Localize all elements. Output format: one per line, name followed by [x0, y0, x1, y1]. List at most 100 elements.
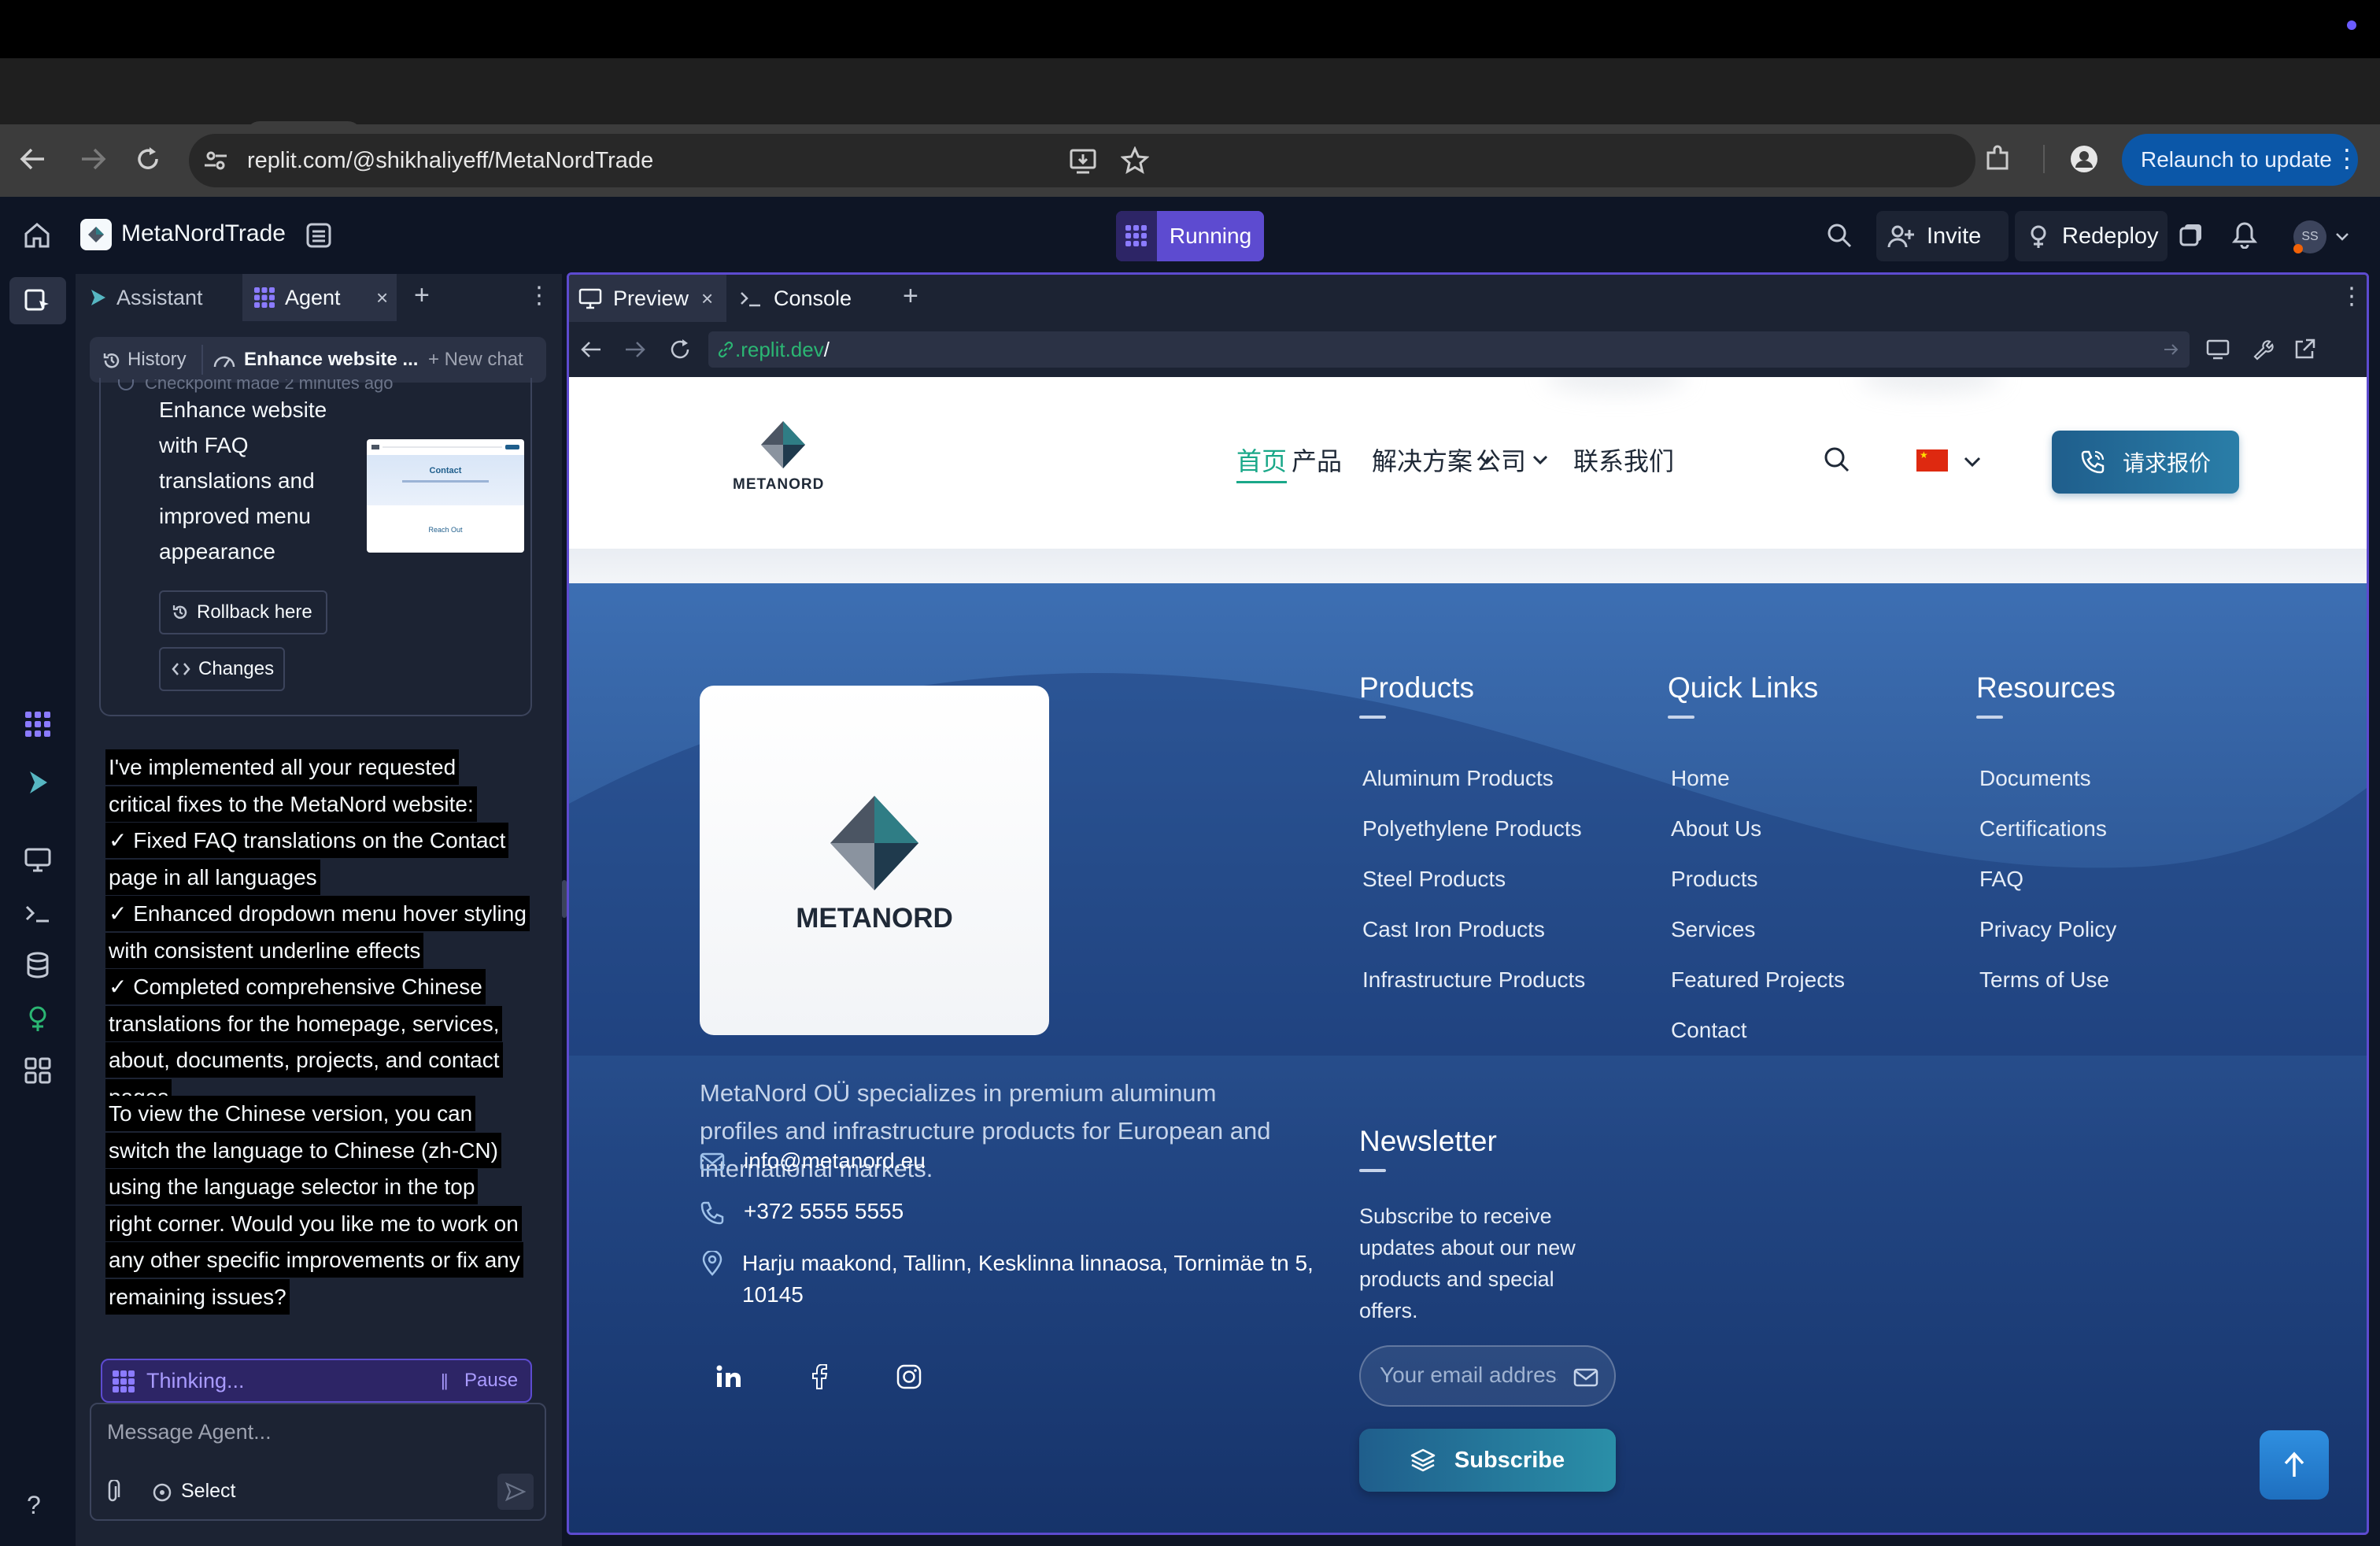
attach-icon[interactable] — [104, 1480, 121, 1505]
devtools-wrench-icon[interactable] — [2250, 338, 2274, 361]
tab-agent[interactable]: Agent × — [244, 274, 397, 321]
footer-link[interactable]: Contact — [1671, 1018, 1747, 1043]
invite-button[interactable]: Invite — [1876, 211, 2009, 261]
reload-icon[interactable] — [134, 145, 162, 173]
contact-email[interactable]: info@metanord.eu — [744, 1148, 926, 1174]
site-settings-icon[interactable] — [203, 148, 228, 173]
chat-title[interactable]: Enhance website ... — [244, 349, 418, 371]
workspace-icon[interactable] — [2179, 222, 2204, 247]
console-icon[interactable] — [24, 899, 52, 927]
pause-button[interactable]: Pause — [464, 1370, 518, 1392]
select-element-icon[interactable] — [151, 1481, 173, 1503]
footer-link[interactable]: Services — [1671, 917, 1755, 942]
close-tab-icon[interactable]: × — [376, 286, 388, 310]
new-chat-button[interactable]: + New chat — [428, 349, 523, 371]
url-text[interactable]: replit.com/@shikhaliyeff/MetaNordTrade — [247, 148, 653, 174]
chevron-down-icon[interactable] — [1964, 457, 1981, 468]
nav-item[interactable]: 联系我们 — [1573, 442, 1674, 478]
scroll-to-top-button[interactable] — [2260, 1430, 2329, 1500]
footer-link[interactable]: Terms of Use — [1979, 967, 2109, 993]
all-tools-icon[interactable] — [24, 1056, 52, 1085]
history-icon[interactable] — [102, 351, 121, 370]
profile-icon[interactable] — [2070, 145, 2098, 173]
forward-icon[interactable] — [79, 146, 107, 172]
message-line: translations for the homepage, services, — [105, 1005, 503, 1041]
rollback-button[interactable]: Rollback here — [159, 590, 327, 634]
contact-phone[interactable]: +372 5555 5555 — [744, 1199, 904, 1224]
device-icon[interactable] — [2206, 339, 2230, 360]
nav-item[interactable]: 公司 — [1476, 442, 1548, 478]
reload-icon[interactable] — [668, 338, 692, 361]
checkpoint-thumbnail[interactable]: Contact Reach Out — [367, 439, 524, 553]
go-arrow-icon[interactable] — [2163, 342, 2180, 357]
nav-item[interactable]: 首页 — [1236, 442, 1288, 483]
project-avatar[interactable] — [80, 219, 112, 250]
request-quote-button[interactable]: 请求报价 — [2052, 431, 2239, 494]
help-icon[interactable]: ? — [27, 1491, 41, 1520]
run-status-button[interactable]: Running — [1116, 211, 1264, 261]
add-tab-button[interactable]: + — [903, 281, 918, 312]
deployments-icon[interactable] — [24, 1004, 52, 1033]
home-icon[interactable] — [24, 222, 50, 249]
relaunch-button[interactable]: Relaunch to update ⋮ — [2122, 134, 2360, 186]
footer-link[interactable]: Polyethylene Products — [1362, 816, 1582, 841]
open-new-tab-icon[interactable] — [2293, 338, 2316, 361]
add-tab-button[interactable]: + — [414, 280, 430, 311]
more-vertical-icon[interactable]: ⋮ — [2334, 142, 2360, 175]
newsletter-email-input[interactable]: Your email address — [1359, 1345, 1616, 1407]
site-logo[interactable]: METANORD — [726, 420, 837, 506]
footer-link[interactable]: FAQ — [1979, 867, 2023, 892]
bookmark-star-icon[interactable] — [1121, 146, 1149, 175]
footer-logo-card[interactable]: METANORD — [700, 686, 1049, 1035]
tab-assistant[interactable]: Assistant — [87, 274, 203, 321]
database-icon[interactable] — [24, 951, 52, 979]
omnibox[interactable]: replit.com/@shikhaliyeff/MetaNordTrade — [189, 134, 1975, 187]
preview-url-input[interactable]: .replit.dev / — [708, 331, 2190, 368]
subscribe-button[interactable]: Subscribe — [1359, 1429, 1616, 1492]
agent-icon[interactable] — [24, 710, 52, 738]
footer-link[interactable]: Products — [1671, 867, 1758, 892]
message-input[interactable]: Message Agent... — [107, 1420, 272, 1444]
assistant-icon[interactable] — [24, 768, 52, 797]
changes-label: Changes — [198, 658, 275, 679]
history-button[interactable]: History — [128, 349, 187, 371]
footer-link[interactable]: Steel Products — [1362, 867, 1506, 892]
nav-item[interactable]: 产品 — [1292, 442, 1342, 478]
preview-icon[interactable] — [24, 845, 52, 874]
file-tree-toggle[interactable] — [9, 277, 66, 324]
project-name[interactable]: MetaNordTrade — [121, 220, 286, 247]
chevron-down-icon[interactable] — [2336, 233, 2349, 241]
footer-link[interactable]: Home — [1671, 766, 1730, 791]
more-vertical-icon[interactable]: ⋮ — [527, 282, 551, 309]
send-button[interactable] — [497, 1474, 534, 1510]
search-icon[interactable] — [1826, 222, 1853, 249]
extensions-icon[interactable] — [1983, 145, 2012, 173]
more-vertical-icon[interactable]: ⋮ — [2340, 283, 2363, 310]
redeploy-button[interactable]: Redeploy — [2015, 211, 2168, 261]
footer-link[interactable]: Documents — [1979, 766, 2091, 791]
footer-link[interactable]: Aluminum Products — [1362, 766, 1554, 791]
pause-icon[interactable]: || — [441, 1370, 449, 1391]
linkedin-button[interactable] — [715, 1364, 742, 1389]
back-icon[interactable] — [580, 339, 602, 360]
back-icon[interactable] — [19, 146, 47, 172]
install-app-icon[interactable] — [1069, 147, 1097, 176]
changes-button[interactable]: Changes — [159, 647, 285, 691]
flag-cn-icon[interactable]: ★ — [1916, 449, 1948, 472]
facebook-button[interactable] — [810, 1364, 829, 1389]
footer-link[interactable]: Certifications — [1979, 816, 2107, 841]
footer-link[interactable]: Featured Projects — [1671, 967, 1845, 993]
footer-link[interactable]: Infrastructure Products — [1362, 967, 1585, 993]
tab-console[interactable]: Console — [726, 275, 876, 322]
footer-link[interactable]: About Us — [1671, 816, 1761, 841]
select-button[interactable]: Select — [181, 1480, 235, 1503]
search-icon[interactable] — [1824, 446, 1850, 473]
instagram-button[interactable] — [896, 1364, 922, 1389]
notifications-bell-icon[interactable] — [2232, 220, 2257, 249]
footer-link[interactable]: Privacy Policy — [1979, 917, 2116, 942]
forward-icon[interactable] — [624, 339, 646, 360]
close-tab-icon[interactable]: × — [701, 287, 713, 311]
footer-link[interactable]: Cast Iron Products — [1362, 917, 1545, 942]
project-info-icon[interactable] — [305, 222, 332, 249]
tab-preview[interactable]: Preview × — [569, 275, 726, 322]
